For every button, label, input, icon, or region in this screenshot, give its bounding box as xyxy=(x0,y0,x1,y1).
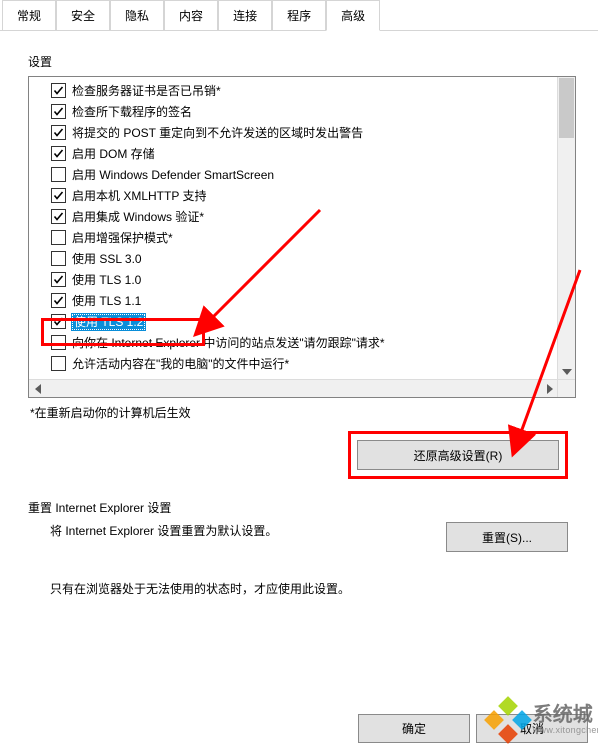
checkbox[interactable] xyxy=(51,146,66,161)
settings-option-row[interactable]: 使用 TLS 1.2 xyxy=(29,311,558,332)
reset-button[interactable]: 重置(S)... xyxy=(446,522,568,552)
settings-option-row[interactable]: 使用 TLS 1.1 xyxy=(29,290,558,311)
settings-heading: 设置 xyxy=(28,53,576,70)
checkbox[interactable] xyxy=(51,104,66,119)
option-label: 使用 TLS 1.1 xyxy=(72,292,141,309)
checkbox[interactable] xyxy=(51,356,66,371)
tab-connections[interactable]: 连接 xyxy=(218,0,272,30)
option-label: 启用集成 Windows 验证* xyxy=(72,208,204,225)
option-label: 检查服务器证书是否已吊销* xyxy=(72,82,221,99)
scrollbar-thumb[interactable] xyxy=(559,78,574,138)
checkbox[interactable] xyxy=(51,188,66,203)
option-label: 将提交的 POST 重定向到不允许发送的区域时发出警告 xyxy=(72,124,363,141)
checkbox[interactable] xyxy=(51,335,66,350)
checkbox[interactable] xyxy=(51,272,66,287)
settings-option-row[interactable]: 允许活动内容在"我的电脑"的文件中运行* xyxy=(29,353,558,374)
restore-advanced-settings-button[interactable]: 还原高级设置(R) xyxy=(357,440,559,470)
reset-heading: 重置 Internet Explorer 设置 xyxy=(28,499,576,516)
option-label: 启用增强保护模式* xyxy=(72,229,173,246)
tab-programs[interactable]: 程序 xyxy=(272,0,326,30)
checkbox[interactable] xyxy=(51,209,66,224)
settings-option-row[interactable]: 启用集成 Windows 验证* xyxy=(29,206,558,227)
tab-privacy[interactable]: 隐私 xyxy=(110,0,164,30)
reset-description: 将 Internet Explorer 设置重置为默认设置。 xyxy=(50,522,277,539)
tab-general[interactable]: 常规 xyxy=(2,0,56,30)
tab-content[interactable]: 内容 xyxy=(164,0,218,30)
settings-option-row[interactable]: 使用 TLS 1.0 xyxy=(29,269,558,290)
settings-option-row[interactable]: 启用 Windows Defender SmartScreen xyxy=(29,164,558,185)
scrollbar-corner xyxy=(557,379,575,397)
checkbox[interactable] xyxy=(51,251,66,266)
watermark-icon xyxy=(487,699,529,741)
watermark: 系统城 www.xitongcheng.com xyxy=(487,699,598,741)
reset-info: 只有在浏览器处于无法使用的状态时，才应使用此设置。 xyxy=(28,580,576,597)
checkbox[interactable] xyxy=(51,125,66,140)
watermark-title: 系统城 xyxy=(533,704,598,726)
ok-button[interactable]: 确定 xyxy=(358,714,470,743)
settings-option-row[interactable]: 使用 SSL 3.0 xyxy=(29,248,558,269)
settings-option-row[interactable]: 检查所下载程序的签名 xyxy=(29,101,558,122)
advanced-panel: 设置 检查服务器证书是否已吊销* 检查所下载程序的签名将提交的 POST 重定向到… xyxy=(0,31,598,607)
annotation-highlight-box-2: 还原高级设置(R) xyxy=(348,431,568,479)
settings-list: 检查服务器证书是否已吊销* 检查所下载程序的签名将提交的 POST 重定向到不允许… xyxy=(29,78,558,380)
vertical-scrollbar[interactable] xyxy=(557,77,575,380)
settings-option-row[interactable]: 将提交的 POST 重定向到不允许发送的区域时发出警告 xyxy=(29,122,558,143)
scrollbar-down-button[interactable] xyxy=(558,363,575,380)
checkbox[interactable] xyxy=(51,314,66,329)
option-label: 使用 SSL 3.0 xyxy=(72,250,142,267)
tab-advanced[interactable]: 高级 xyxy=(326,0,380,31)
reset-button-label: 重置(S)... xyxy=(482,529,532,546)
settings-option-row[interactable]: 向你在 Internet Explorer 中访问的站点发送"请勿跟踪"请求* xyxy=(29,332,558,353)
option-label: 检查所下载程序的签名 xyxy=(72,103,192,120)
tab-security[interactable]: 安全 xyxy=(56,0,110,30)
settings-option-row[interactable]: 启用本机 XMLHTTP 支持 xyxy=(29,185,558,206)
scrollbar-left-button[interactable] xyxy=(29,380,46,397)
option-label: 启用本机 XMLHTTP 支持 xyxy=(72,187,206,204)
option-label: 启用 Windows Defender SmartScreen xyxy=(72,166,274,183)
option-label: 向你在 Internet Explorer 中访问的站点发送"请勿跟踪"请求* xyxy=(72,334,385,351)
horizontal-scrollbar[interactable] xyxy=(29,379,558,397)
checkbox[interactable] xyxy=(51,293,66,308)
option-label: 允许活动内容在"我的电脑"的文件中运行* xyxy=(72,355,289,372)
checkbox[interactable] xyxy=(51,230,66,245)
checkbox[interactable] xyxy=(51,83,66,98)
tab-bar: 常规 安全 隐私 内容 连接 程序 高级 xyxy=(0,0,598,31)
restart-note: *在重新启动你的计算机后生效 xyxy=(30,404,574,421)
option-label: 启用 DOM 存储 xyxy=(72,145,155,162)
option-label: 使用 TLS 1.2 xyxy=(72,313,145,330)
settings-option-row[interactable]: 启用 DOM 存储 xyxy=(29,143,558,164)
scrollbar-right-button[interactable] xyxy=(541,380,558,397)
watermark-url: www.xitongcheng.com xyxy=(533,726,598,736)
restore-button-label: 还原高级设置(R) xyxy=(414,447,503,464)
settings-option-row[interactable]: 启用增强保护模式* xyxy=(29,227,558,248)
ok-button-label: 确定 xyxy=(402,720,426,737)
option-label: 使用 TLS 1.0 xyxy=(72,271,141,288)
settings-listbox[interactable]: 检查服务器证书是否已吊销* 检查所下载程序的签名将提交的 POST 重定向到不允许… xyxy=(28,76,576,398)
checkbox[interactable] xyxy=(51,167,66,182)
settings-option-row[interactable]: 检查服务器证书是否已吊销* xyxy=(29,80,558,101)
